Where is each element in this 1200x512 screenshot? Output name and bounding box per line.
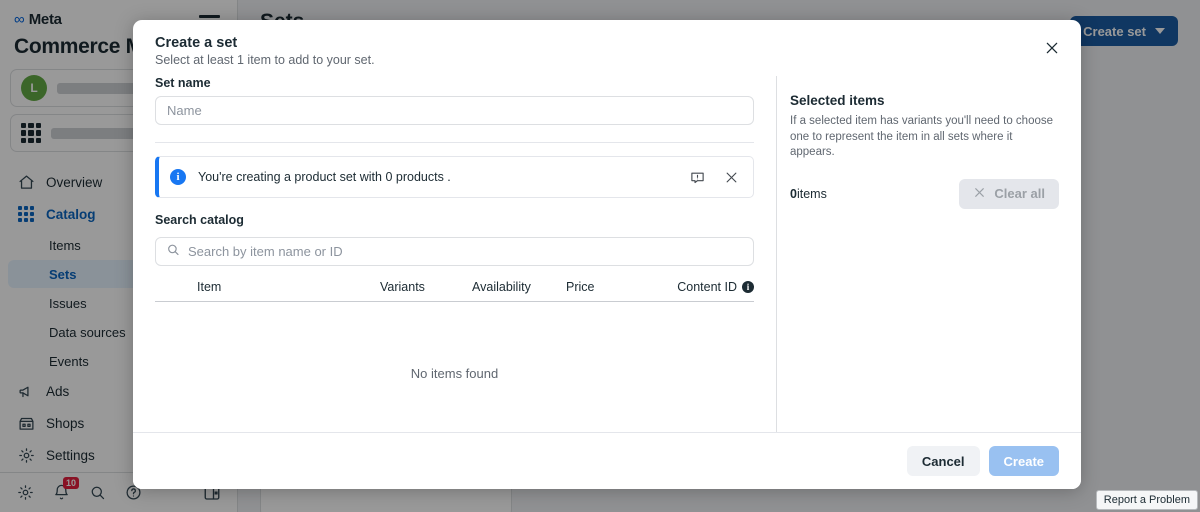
info-icon[interactable]: i [742, 281, 754, 293]
banner-close-icon[interactable] [720, 166, 742, 188]
divider [155, 142, 754, 143]
selected-items-count-number: 0 [790, 186, 797, 201]
items-table-header: Item Variants Availability Price Content… [155, 266, 754, 302]
column-header-variants: Variants [380, 280, 425, 294]
dialog-subtitle: Select at least 1 item to add to your se… [155, 53, 375, 67]
column-header-content-id: Content ID i [646, 280, 754, 294]
column-header-item: Item [197, 280, 222, 294]
cancel-button[interactable]: Cancel [906, 446, 980, 476]
create-button: Create [988, 446, 1059, 476]
dialog-footer: Cancel Create [133, 432, 1081, 489]
dialog-left-panel: Set name i You're creating a product set… [133, 76, 776, 432]
search-catalog-input[interactable] [155, 237, 754, 266]
column-header-content-id-label: Content ID [677, 280, 737, 294]
feedback-icon[interactable] [686, 166, 708, 188]
selected-items-description: If a selected item has variants you'll n… [790, 115, 1054, 159]
info-banner: i You're creating a product set with 0 p… [155, 156, 754, 198]
info-icon: i [170, 169, 186, 185]
search-catalog-label: Search catalog [155, 213, 244, 227]
selected-items-row: 0items Clear all [790, 178, 1059, 209]
search-catalog-wrap [155, 237, 754, 266]
dialog-body: Set name i You're creating a product set… [133, 76, 1081, 432]
clear-all-button[interactable]: Clear all [959, 178, 1059, 209]
set-name-label: Set name [155, 76, 211, 90]
close-icon[interactable] [1039, 35, 1065, 61]
search-icon [166, 242, 180, 261]
clear-all-label: Clear all [994, 186, 1045, 202]
close-icon [973, 186, 986, 202]
selected-items-title: Selected items [790, 93, 885, 108]
screen: ∞ Meta Commerce Manager L Overview Catal… [0, 0, 1200, 512]
report-problem-button[interactable]: Report a Problem [1095, 490, 1198, 510]
selected-items-count: 0items [790, 187, 827, 201]
create-set-dialog: Create a set Select at least 1 item to a… [133, 20, 1081, 489]
dialog-right-panel: Selected items If a selected item has va… [776, 76, 1081, 432]
dialog-title: Create a set [155, 35, 238, 51]
dialog-header: Create a set Select at least 1 item to a… [133, 20, 1081, 76]
selected-items-count-unit: items [796, 186, 827, 201]
column-header-availability: Availability [472, 280, 531, 294]
info-banner-text: You're creating a product set with 0 pro… [198, 170, 451, 184]
empty-state-message: No items found [410, 366, 499, 381]
set-name-input[interactable] [155, 96, 754, 125]
column-header-price: Price [566, 280, 595, 294]
